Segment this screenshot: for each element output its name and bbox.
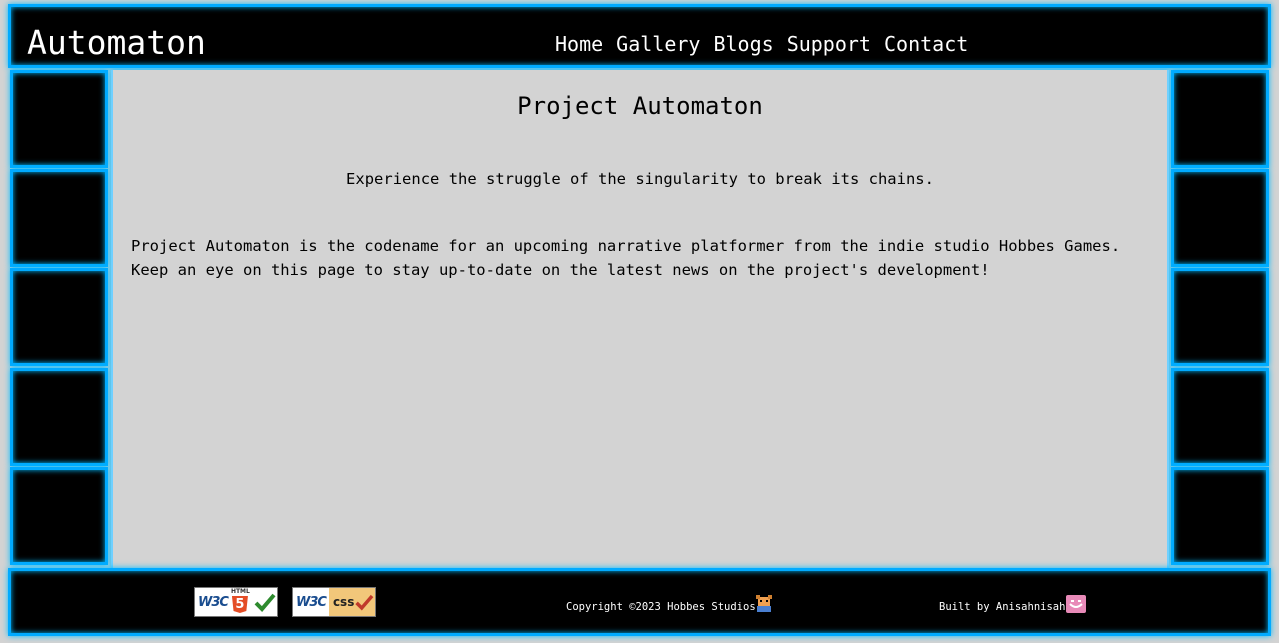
right-panel-cell — [1171, 467, 1269, 565]
project-description: Project Automaton is the codename for an… — [131, 237, 1121, 279]
right-panel-cell — [1171, 70, 1269, 168]
w3c-logo: W3C — [293, 588, 329, 616]
w3c-logo: W3C — [198, 594, 229, 610]
main-content: Project Automaton Experience the struggl… — [111, 70, 1169, 568]
site-header: Automaton Home Gallery Blogs Support Con… — [8, 4, 1271, 68]
right-panel-cell — [1171, 368, 1269, 466]
nav-blogs-link[interactable]: Blogs — [713, 27, 773, 61]
nav-support-link[interactable]: Support — [787, 27, 871, 61]
html5-icon: HTML 5 — [230, 588, 250, 613]
left-panel-cell — [10, 70, 108, 168]
nav-home-link[interactable]: Home — [555, 27, 603, 61]
credit-text: Built by Anisahnisah — [939, 601, 1066, 613]
nav-gallery-link[interactable]: Gallery — [616, 27, 700, 61]
css-label: css — [332, 595, 355, 609]
author-avatar-icon — [1066, 595, 1086, 613]
right-panel-cell — [1171, 169, 1269, 267]
left-panel-cell — [10, 368, 108, 466]
page-title: Project Automaton — [517, 92, 763, 120]
right-panel-cell — [1171, 268, 1269, 366]
w3c-html5-badge[interactable]: W3C HTML 5 — [194, 587, 278, 617]
tagline: Experience the struggle of the singulari… — [346, 170, 934, 188]
nav-contact-link[interactable]: Contact — [884, 27, 968, 61]
left-panel-cell — [10, 169, 108, 267]
checkmark-icon — [254, 593, 276, 612]
copyright-text: Copyright ©2023 Hobbes Studios — [566, 601, 756, 613]
studio-mascot-icon — [756, 595, 772, 612]
site-title[interactable]: Automaton — [27, 21, 206, 65]
left-panel-cell — [10, 467, 108, 565]
w3c-css-badge[interactable]: W3C css — [292, 587, 376, 617]
site-footer: W3C HTML 5 W3C css Copyright ©2023 Hobbe… — [8, 568, 1271, 636]
main-nav: Home Gallery Blogs Support Contact — [555, 27, 968, 61]
left-panel-cell — [10, 268, 108, 366]
checkmark-icon — [355, 594, 374, 611]
